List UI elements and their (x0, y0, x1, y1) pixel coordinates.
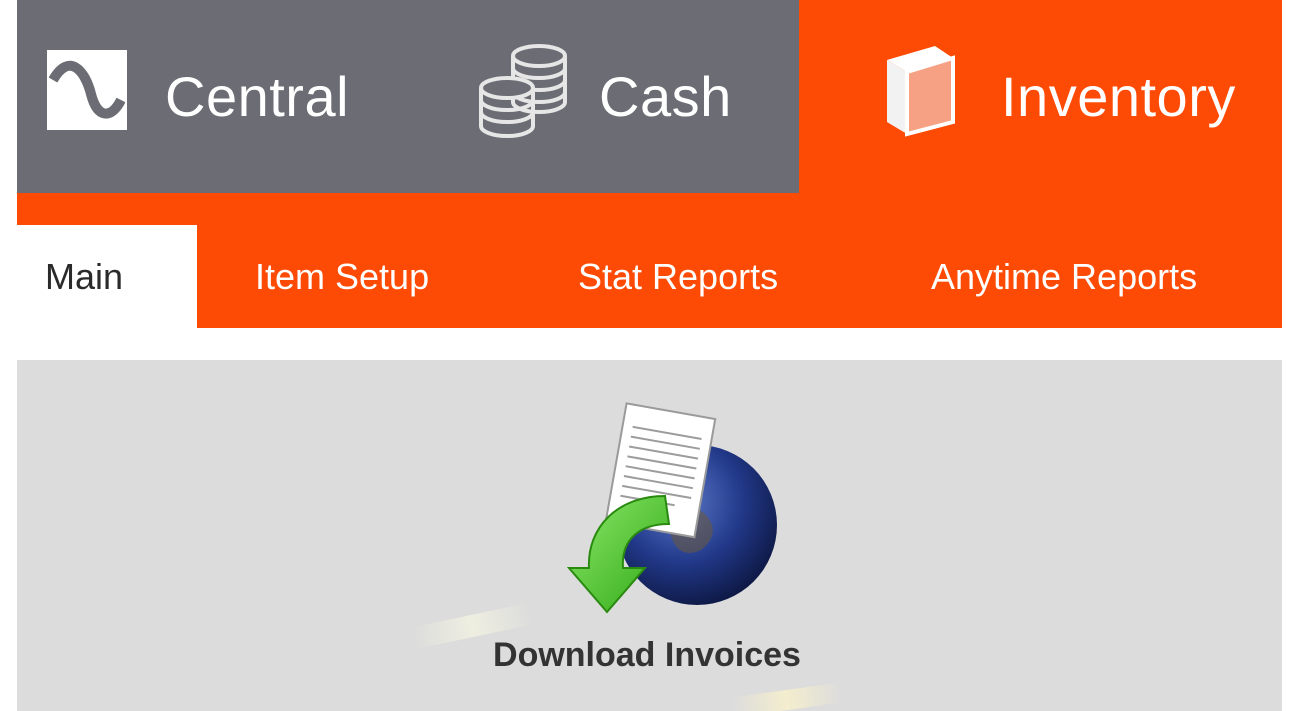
tab-item-setup[interactable]: Item Setup (255, 225, 429, 328)
box-icon (879, 42, 959, 151)
central-wave-icon (45, 48, 129, 143)
tab-label: Anytime Reports (931, 255, 1198, 297)
download-invoices-icon (547, 400, 787, 635)
module-bar: Central Cash Inventory (17, 0, 1282, 193)
coins-icon (477, 42, 569, 151)
app-frame: Central Cash Inventory Main Item Setup S… (17, 0, 1282, 711)
module-label: Central (165, 65, 350, 128)
tile-label: Download Invoices (493, 636, 801, 674)
main-content: Download Invoices (17, 360, 1282, 711)
tab-label: Item Setup (255, 255, 430, 297)
tab-label: Stat Reports (578, 255, 779, 297)
tab-main[interactable]: Main (17, 225, 197, 328)
decorative-smear (731, 682, 843, 711)
module-label: Cash (599, 65, 732, 128)
module-central[interactable]: Central (45, 0, 350, 193)
tab-stat-reports[interactable]: Stat Reports (578, 225, 778, 328)
tab-label: Main (45, 255, 124, 297)
tab-anytime-reports[interactable]: Anytime Reports (931, 225, 1197, 328)
sub-tab-bar: Main Item Setup Stat Reports Anytime Rep… (17, 193, 1282, 328)
module-inventory[interactable]: Inventory (799, 0, 1282, 193)
module-label: Inventory (1001, 65, 1236, 128)
module-cash[interactable]: Cash (477, 0, 732, 193)
download-invoices-tile[interactable]: Download Invoices (457, 400, 877, 674)
